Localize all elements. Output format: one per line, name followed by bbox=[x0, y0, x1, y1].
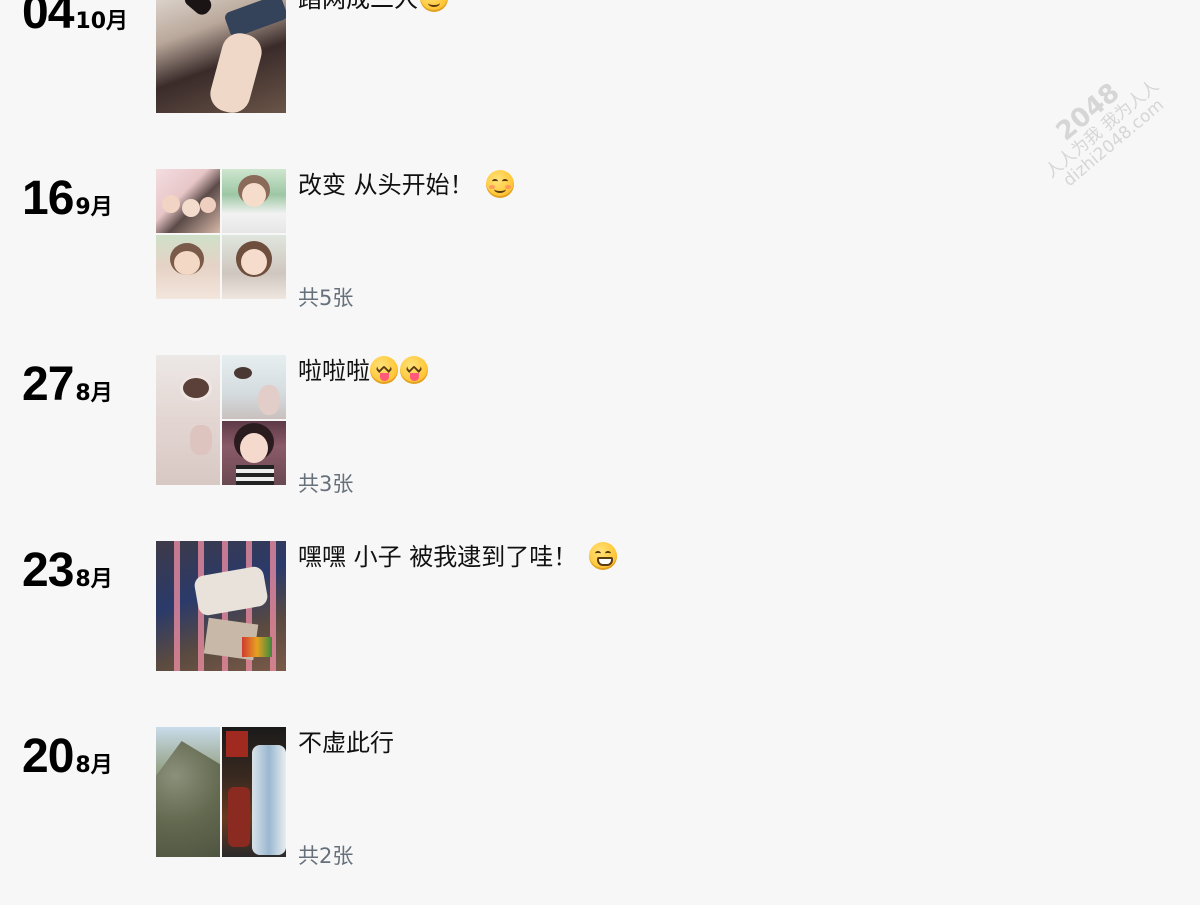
blush-icon bbox=[485, 170, 514, 198]
post-caption-text: 改变 从头开始！ bbox=[298, 171, 474, 199]
post-day: 27 bbox=[22, 358, 74, 411]
post-month: 8月 bbox=[75, 753, 113, 778]
tongue-out-icon bbox=[400, 356, 428, 384]
post-caption-text: 不虚此行 bbox=[298, 729, 394, 757]
post-day: 23 bbox=[22, 544, 74, 597]
smile-icon bbox=[420, 0, 448, 12]
timeline-post[interactable]: 169月 改变 从头开始！ 共5张 bbox=[0, 169, 1200, 310]
post-date: 278月 bbox=[22, 357, 113, 412]
post-month: 9月 bbox=[75, 195, 113, 220]
photo-thumbnail[interactable] bbox=[222, 355, 286, 419]
photo-timeline-feed: 2048 人人为我 我为人人 dizhi2048.com 0410月 踏网成二人… bbox=[0, 0, 1200, 905]
post-thumbnails[interactable] bbox=[156, 727, 286, 857]
photo-thumbnail[interactable] bbox=[156, 169, 220, 233]
timeline-post[interactable]: 278月 啦啦啦 共3张 bbox=[0, 355, 1200, 496]
post-caption-text: 嘿嘿 小子 被我逮到了哇！ bbox=[298, 543, 578, 571]
post-caption: 啦啦啦 bbox=[298, 355, 428, 387]
photo-thumbnail[interactable] bbox=[156, 0, 286, 113]
post-caption: 踏网成二人 bbox=[298, 0, 448, 15]
post-thumbnails[interactable] bbox=[156, 169, 286, 299]
post-thumbnails[interactable] bbox=[156, 0, 286, 113]
tongue-out-icon bbox=[370, 356, 398, 384]
post-caption: 嘿嘿 小子 被我逮到了哇！ bbox=[298, 541, 618, 573]
photo-thumbnail[interactable] bbox=[156, 355, 220, 485]
photo-thumbnail[interactable] bbox=[222, 421, 286, 485]
photo-thumbnail[interactable] bbox=[222, 235, 286, 299]
post-date: 169月 bbox=[22, 171, 113, 226]
grin-icon bbox=[589, 542, 618, 570]
photo-count: 共2张 bbox=[298, 844, 354, 868]
post-thumbnails[interactable] bbox=[156, 355, 286, 485]
post-date: 0410月 bbox=[22, 0, 128, 40]
post-caption: 改变 从头开始！ bbox=[298, 169, 514, 201]
timeline-post[interactable]: 238月 嘿嘿 小子 被我逮到了哇！ bbox=[0, 541, 1200, 681]
photo-thumbnail[interactable] bbox=[222, 727, 286, 857]
post-thumbnails[interactable] bbox=[156, 541, 286, 671]
post-month: 8月 bbox=[75, 567, 113, 592]
photo-count: 共3张 bbox=[298, 472, 354, 496]
post-caption: 不虚此行 bbox=[298, 727, 394, 759]
post-month: 10月 bbox=[75, 9, 129, 34]
post-caption-text: 踏网成二人 bbox=[298, 0, 418, 13]
post-day: 04 bbox=[22, 0, 74, 39]
post-date: 208月 bbox=[22, 729, 113, 784]
photo-thumbnail[interactable] bbox=[156, 541, 286, 671]
post-day: 20 bbox=[22, 730, 74, 783]
timeline-post[interactable]: 0410月 踏网成二人 bbox=[0, 0, 1200, 123]
photo-thumbnail[interactable] bbox=[156, 727, 220, 857]
photo-count: 共5张 bbox=[298, 286, 354, 310]
timeline-post[interactable]: 208月 不虚此行 共2张 bbox=[0, 727, 1200, 868]
photo-thumbnail[interactable] bbox=[222, 169, 286, 233]
post-caption-text: 啦啦啦 bbox=[298, 357, 370, 385]
post-date: 238月 bbox=[22, 543, 113, 598]
post-day: 16 bbox=[22, 172, 74, 225]
photo-thumbnail[interactable] bbox=[156, 235, 220, 299]
post-month: 8月 bbox=[75, 381, 113, 406]
